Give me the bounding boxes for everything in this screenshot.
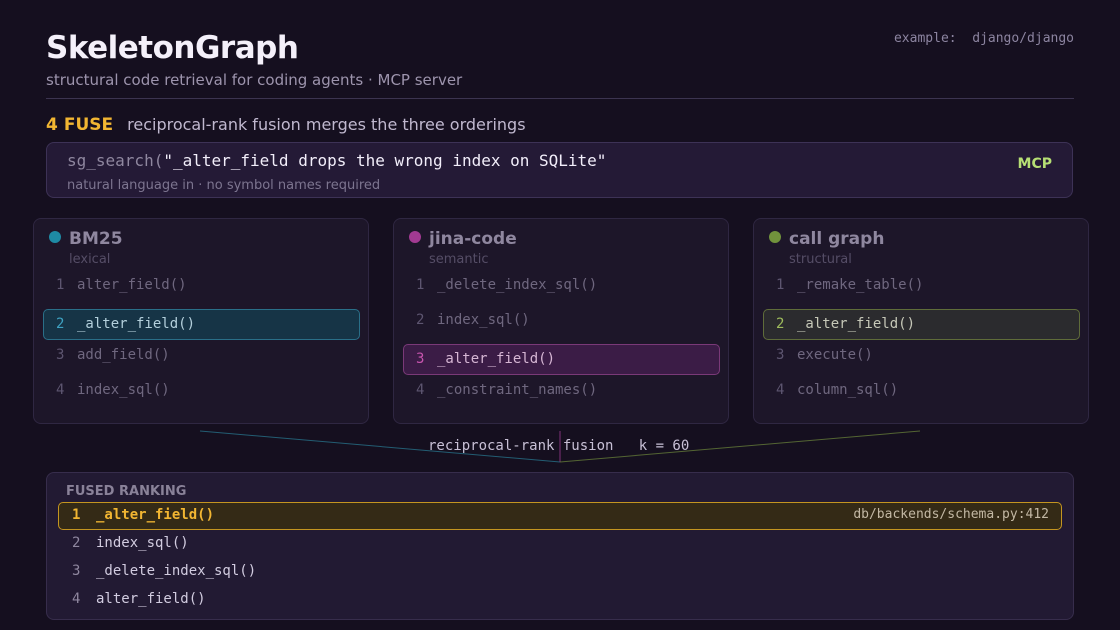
fused-row: 3 _delete_index_sql(): [58, 558, 1062, 586]
fusion-label: reciprocal-rank fusion k = 60: [428, 438, 690, 454]
fused-rank: 3: [72, 563, 81, 579]
fused-ranking-panel: FUSED RANKING 1 _alter_field() db/backen…: [46, 472, 1074, 620]
fused-row: 2 index_sql(): [58, 530, 1062, 558]
fused-rank: 4: [72, 591, 81, 607]
fused-row: 4 alter_field(): [58, 586, 1062, 614]
fused-symbol: _delete_index_sql(): [96, 563, 257, 579]
fused-heading: FUSED RANKING: [66, 484, 187, 499]
fused-row-top: 1 _alter_field() db/backends/schema.py:4…: [58, 502, 1062, 530]
fused-rank: 2: [72, 535, 81, 551]
fused-symbol: _alter_field(): [96, 507, 215, 523]
fused-symbol: alter_field(): [96, 591, 206, 607]
fused-rank: 1: [72, 507, 81, 523]
fused-location: db/backends/schema.py:412: [853, 507, 1049, 522]
fused-symbol: index_sql(): [96, 535, 189, 551]
